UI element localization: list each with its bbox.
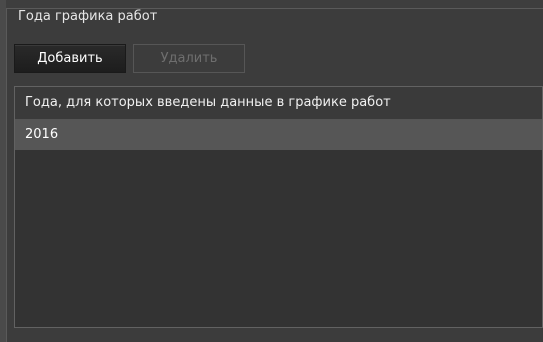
group-title: Года графика работ (16, 9, 160, 25)
table-header[interactable]: Года, для которых введены данные в графи… (15, 87, 542, 120)
delete-button[interactable]: Удалить (133, 44, 245, 73)
add-button[interactable]: Добавить (14, 44, 126, 73)
table-row[interactable]: 2016 (15, 120, 542, 150)
years-table: Года, для которых введены данные в графи… (14, 86, 543, 328)
table-cell-year: 2016 (25, 127, 59, 142)
